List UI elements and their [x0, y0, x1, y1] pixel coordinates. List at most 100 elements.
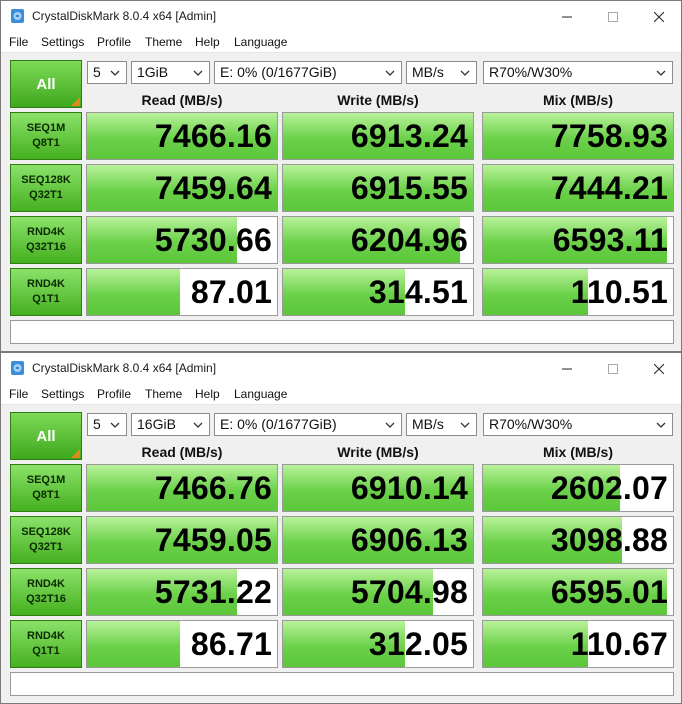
- test-count-select[interactable]: 5: [87, 413, 127, 436]
- close-button[interactable]: [636, 353, 682, 384]
- chevron-down-icon: [193, 70, 203, 76]
- drive-select[interactable]: E: 0% (0/1677GiB): [214, 61, 402, 84]
- menu-settings[interactable]: Settings: [41, 387, 84, 401]
- test-button-seq128k-q32t1[interactable]: SEQ128K Q32T1: [10, 164, 82, 212]
- write-result-value: 314.51: [368, 274, 468, 310]
- minimize-button[interactable]: [544, 1, 590, 32]
- title-bar[interactable]: CrystalDiskMark 8.0.4 x64 [Admin]: [1, 1, 681, 32]
- chevron-down-icon: [460, 422, 470, 428]
- minimize-button[interactable]: [544, 353, 590, 384]
- title-bar[interactable]: CrystalDiskMark 8.0.4 x64 [Admin]: [1, 353, 681, 384]
- test-size-select[interactable]: 1GiB: [131, 61, 210, 84]
- drive-value: E: 0% (0/1677GiB): [220, 64, 337, 80]
- menu-settings[interactable]: Settings: [41, 35, 84, 49]
- test-queue: Q32T16: [26, 593, 66, 605]
- read-result-value: 7466.76: [154, 470, 272, 506]
- window-title: CrystalDiskMark 8.0.4 x64 [Admin]: [32, 9, 217, 23]
- menu-help[interactable]: Help: [195, 387, 220, 401]
- mix-result-cell: 6593.11: [482, 216, 674, 264]
- write-result-value: 5704.98: [350, 574, 468, 610]
- mix-result-cell: 110.67: [482, 620, 674, 668]
- all-button[interactable]: All: [10, 412, 82, 460]
- mix-ratio-select[interactable]: R70%/W30%: [483, 413, 673, 436]
- test-queue: Q1T1: [32, 645, 60, 657]
- write-result-value: 6906.13: [350, 522, 468, 558]
- read-result-value: 87.01: [190, 274, 272, 310]
- test-button-seq1m-q8t1[interactable]: SEQ1M Q8T1: [10, 464, 82, 512]
- menu-language[interactable]: Language: [234, 35, 287, 49]
- cdm-window-bottom: CrystalDiskMark 8.0.4 x64 [Admin] File S…: [0, 352, 682, 704]
- mix-result-cell: 7758.93: [482, 112, 674, 160]
- mix-result-value: 2602.07: [550, 470, 668, 506]
- write-column-header: Write (MB/s): [337, 92, 419, 108]
- mix-result-value: 110.67: [570, 626, 668, 662]
- read-result-cell: 5731.22: [86, 568, 278, 616]
- test-name: SEQ1M: [26, 474, 66, 486]
- menu-profile[interactable]: Profile: [97, 387, 131, 401]
- result-bar: [87, 621, 181, 667]
- drive-value: E: 0% (0/1677GiB): [220, 416, 337, 432]
- menu-bar: File Settings Profile Theme Help Languag…: [1, 384, 681, 405]
- test-button-rnd4k-q1t1[interactable]: RND4K Q1T1: [10, 268, 82, 316]
- mix-result-cell: 6595.01: [482, 568, 674, 616]
- maximize-icon: [608, 11, 618, 22]
- mix-ratio-value: R70%/W30%: [489, 416, 573, 432]
- write-result-cell: 6204.96: [282, 216, 474, 264]
- read-result-value: 86.71: [190, 626, 272, 662]
- maximize-button[interactable]: [590, 1, 636, 32]
- read-result-cell: 7459.64: [86, 164, 278, 212]
- test-queue: Q8T1: [32, 137, 60, 149]
- unit-value: MB/s: [412, 416, 444, 432]
- mix-result-cell: 110.51: [482, 268, 674, 316]
- menu-theme[interactable]: Theme: [145, 387, 182, 401]
- write-result-cell: 6915.55: [282, 164, 474, 212]
- close-button[interactable]: [636, 1, 682, 32]
- maximize-button[interactable]: [590, 353, 636, 384]
- write-result-value: 6915.55: [350, 170, 468, 206]
- menu-file[interactable]: File: [9, 387, 28, 401]
- test-queue: Q32T16: [26, 241, 66, 253]
- unit-select[interactable]: MB/s: [406, 61, 477, 84]
- benchmark-panel: All 5 1GiB E: 0% (0/1677GiB) MB/s R70%/W…: [1, 53, 681, 351]
- test-count-select[interactable]: 5: [87, 61, 127, 84]
- test-button-rnd4k-q32t16[interactable]: RND4K Q32T16: [10, 568, 82, 616]
- unit-value: MB/s: [412, 64, 444, 80]
- menu-profile[interactable]: Profile: [97, 35, 131, 49]
- menu-file[interactable]: File: [9, 35, 28, 49]
- menu-theme[interactable]: Theme: [145, 35, 182, 49]
- test-button-seq1m-q8t1[interactable]: SEQ1M Q8T1: [10, 112, 82, 160]
- write-result-cell: 5704.98: [282, 568, 474, 616]
- minimize-icon: [562, 16, 572, 17]
- test-button-seq128k-q32t1[interactable]: SEQ128K Q32T1: [10, 516, 82, 564]
- drive-select[interactable]: E: 0% (0/1677GiB): [214, 413, 402, 436]
- test-button-rnd4k-q32t16[interactable]: RND4K Q32T16: [10, 216, 82, 264]
- write-result-cell: 6906.13: [282, 516, 474, 564]
- chevron-down-icon: [385, 70, 395, 76]
- write-column-header: Write (MB/s): [337, 444, 419, 460]
- unit-select[interactable]: MB/s: [406, 413, 477, 436]
- cdm-window-top: CrystalDiskMark 8.0.4 x64 [Admin] File S…: [0, 0, 682, 352]
- write-result-value: 6913.24: [350, 118, 468, 154]
- corner-marker: [71, 97, 80, 106]
- all-button-label: All: [36, 75, 56, 93]
- test-name: SEQ128K: [21, 174, 71, 186]
- window-title: CrystalDiskMark 8.0.4 x64 [Admin]: [32, 361, 217, 375]
- read-result-value: 7459.64: [154, 170, 272, 206]
- test-queue: Q32T1: [29, 541, 63, 553]
- test-name: RND4K: [27, 578, 65, 590]
- all-button[interactable]: All: [10, 60, 82, 108]
- comment-field[interactable]: [10, 672, 674, 696]
- mix-result-value: 6595.01: [550, 574, 668, 610]
- test-size-value: 16GiB: [137, 416, 176, 432]
- menu-help[interactable]: Help: [195, 35, 220, 49]
- test-size-select[interactable]: 16GiB: [131, 413, 210, 436]
- test-name: RND4K: [27, 226, 65, 238]
- menu-bar: File Settings Profile Theme Help Languag…: [1, 32, 681, 53]
- comment-field[interactable]: [10, 320, 674, 344]
- mix-ratio-select[interactable]: R70%/W30%: [483, 61, 673, 84]
- test-name: RND4K: [27, 630, 65, 642]
- write-result-cell: 314.51: [282, 268, 474, 316]
- test-button-rnd4k-q1t1[interactable]: RND4K Q1T1: [10, 620, 82, 668]
- menu-language[interactable]: Language: [234, 387, 287, 401]
- read-result-cell: 86.71: [86, 620, 278, 668]
